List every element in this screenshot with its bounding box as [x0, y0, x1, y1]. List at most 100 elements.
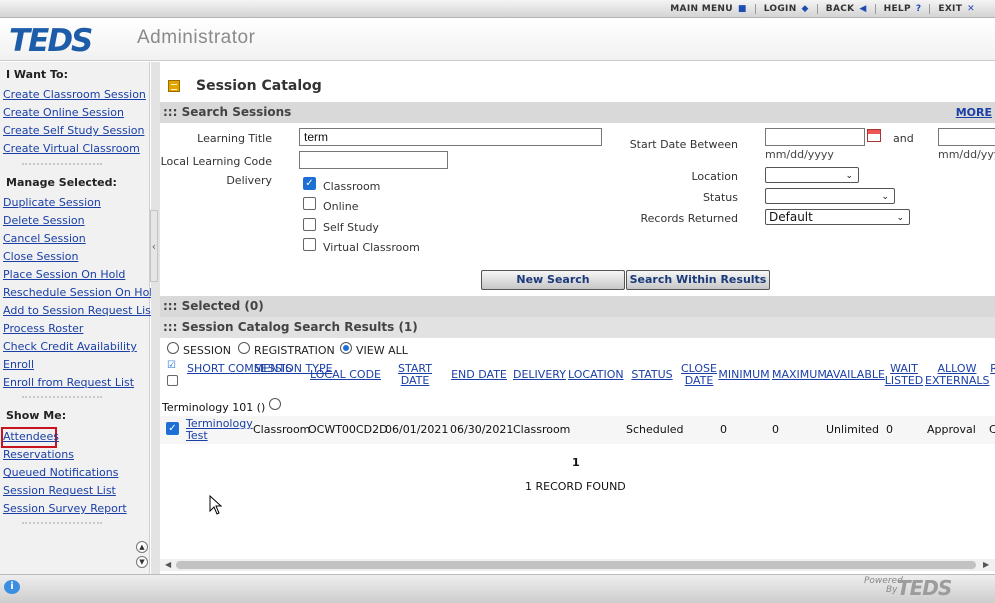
delivery-online-checkbox[interactable] — [303, 197, 316, 210]
delivery-self-study-checkbox[interactable] — [303, 218, 316, 231]
sidebar-link-add-to-session-request-list[interactable]: Add to Session Request List — [3, 304, 155, 317]
sidebar-link-reschedule-session-on-hold[interactable]: Reschedule Session On Hold — [3, 286, 159, 299]
help-link[interactable]: HELP ? — [876, 4, 930, 14]
status-label: Status — [702, 191, 738, 204]
delivery-virtual-classroom-checkbox[interactable] — [303, 238, 316, 251]
column-header-delivery[interactable]: DELIVERY — [513, 369, 566, 381]
view-session-radio[interactable] — [167, 342, 179, 354]
row-select-checkbox[interactable]: ✓ — [166, 422, 179, 435]
column-header-minimum[interactable]: MINIMUM — [718, 369, 770, 381]
location-label: Location — [691, 170, 738, 183]
column-header-short-comments[interactable]: SHORT COMMENTS — [187, 363, 292, 375]
sidebar-link-delete-session[interactable]: Delete Session — [3, 214, 85, 227]
delivery-classroom-checkbox[interactable]: ✓ — [303, 177, 316, 190]
horizontal-scrollbar[interactable]: ◀ ▶ — [160, 559, 995, 571]
exit-link[interactable]: EXIT ✕ — [930, 4, 983, 14]
help-bubble-icon[interactable]: i — [4, 580, 20, 594]
login-link[interactable]: LOGIN ◆ — [756, 4, 817, 14]
more-link[interactable]: MORE — [956, 102, 992, 123]
scroll-right-icon[interactable]: ▶ — [983, 559, 989, 571]
column-header-available[interactable]: AVAILABLE — [826, 369, 885, 381]
sidebar-link-create-classroom-session[interactable]: Create Classroom Session — [3, 88, 146, 101]
close-icon: ✕ — [967, 3, 975, 14]
cell-start-date: 06/01/2021 — [385, 423, 449, 436]
start-date-label: Start Date Between — [629, 138, 738, 151]
cell-available: Unlimited — [826, 423, 879, 436]
column-header-status[interactable]: STATUS — [631, 369, 673, 381]
page-title: Session Catalog — [196, 78, 322, 94]
sidebar-link-attendees[interactable]: Attendees — [3, 430, 59, 443]
collapse-sidebar-icon[interactable]: ‹ — [150, 210, 158, 282]
start-date-to-input[interactable] — [938, 128, 995, 146]
search-within-results-button[interactable]: Search Within Results — [626, 270, 770, 290]
sidebar-link-check-credit-availability[interactable]: Check Credit Availability — [3, 340, 137, 353]
cell-allow-externals: Approval — [927, 423, 976, 436]
sidebar-link-session-request-list[interactable]: Session Request List — [3, 484, 116, 497]
column-header-r[interactable]: R — [989, 363, 995, 375]
new-search-button[interactable]: New Search — [481, 270, 625, 290]
diamond-icon: ◆ — [801, 3, 809, 14]
main-menu-link[interactable]: MAIN MENU ■ — [662, 4, 754, 14]
calendar-icon[interactable] — [867, 129, 881, 142]
checkmark-icon: ☑ — [167, 360, 176, 371]
sidebar-heading-show-me: Show Me: — [6, 409, 67, 422]
scroll-left-icon[interactable]: ◀ — [165, 559, 171, 571]
local-code-input[interactable] — [299, 151, 448, 169]
sidebar-link-close-session[interactable]: Close Session — [3, 250, 78, 263]
sidebar-link-cancel-session[interactable]: Cancel Session — [3, 232, 86, 245]
scrollbar-thumb[interactable] — [176, 561, 976, 569]
column-header-end-date[interactable]: END DATE — [451, 369, 507, 381]
session-title-link-line2[interactable]: Test — [186, 429, 208, 442]
sidebar-gutter — [151, 62, 160, 574]
learning-title-label: Learning Title — [197, 132, 272, 145]
sidebar-link-queued-notifications[interactable]: Queued Notifications — [3, 466, 118, 479]
cell-delivery: Classroom — [513, 423, 571, 436]
start-date-to-hint: mm/dd/yyyy — [938, 148, 995, 161]
records-found: 1 RECORD FOUND — [525, 480, 626, 493]
sidebar-link-enroll[interactable]: Enroll — [3, 358, 34, 371]
catalog-icon — [168, 80, 180, 92]
column-header-start-date[interactable]: START DATE — [395, 363, 435, 387]
delivery-online-label: Online — [323, 200, 359, 213]
sidebar-link-reservations[interactable]: Reservations — [3, 448, 74, 461]
sidebar-link-create-self-study-session[interactable]: Create Self Study Session — [3, 124, 144, 137]
view-registration-radio[interactable] — [238, 342, 250, 354]
sidebar-link-create-virtual-classroom[interactable]: Create Virtual Classroom — [3, 142, 140, 155]
column-header-local-code[interactable]: LOCAL CODE — [310, 369, 381, 381]
learning-title-input[interactable]: term — [299, 128, 602, 146]
top-navigation: MAIN MENU ■ LOGIN ◆ BACK ◀ HELP ? EXIT ✕ — [0, 0, 995, 18]
scroll-up-icon[interactable]: ▲ — [136, 541, 148, 553]
column-header-allow-externals[interactable]: ALLOW EXTERNALS — [925, 363, 989, 387]
start-date-from-input[interactable] — [765, 128, 865, 146]
column-header-session-type[interactable]: SESSION TYPE — [254, 363, 333, 375]
sidebar-link-place-session-on-hold[interactable]: Place Session On Hold — [3, 268, 125, 281]
column-header-wait-listed[interactable]: WAIT LISTED — [884, 363, 924, 387]
footer-teds-logo: TEDS — [897, 576, 952, 600]
sidebar-link-process-roster[interactable]: Process Roster — [3, 322, 83, 335]
group-radio[interactable] — [269, 398, 281, 410]
sidebar-link-session-survey-report[interactable]: Session Survey Report — [3, 502, 127, 515]
view-session-label: SESSION — [183, 344, 232, 357]
records-returned-select[interactable]: Default ⌄ — [765, 209, 910, 225]
view-all-label: VIEW ALL — [356, 344, 408, 357]
square-icon: ■ — [737, 3, 747, 14]
sidebar-link-create-online-session[interactable]: Create Online Session — [3, 106, 124, 119]
scroll-down-icon[interactable]: ▼ — [136, 556, 148, 568]
column-header-maximum[interactable]: MAXIMUM — [772, 369, 827, 381]
select-all-checkbox[interactable] — [167, 375, 178, 386]
status-select[interactable]: ⌄ — [765, 188, 895, 204]
cell-end-date: 06/30/2021 — [450, 423, 514, 436]
column-header-close-date[interactable]: CLOSE DATE — [680, 363, 718, 387]
sidebar-link-duplicate-session[interactable]: Duplicate Session — [3, 196, 101, 209]
page-number[interactable]: 1 — [572, 456, 580, 469]
teds-logo: TEDS — [9, 23, 93, 59]
location-select[interactable]: ⌄ — [765, 167, 859, 183]
view-all-radio[interactable] — [340, 342, 352, 354]
app-header: TEDS Administrator — [0, 18, 995, 61]
sidebar-link-enroll-from-request-list[interactable]: Enroll from Request List — [3, 376, 134, 389]
back-link[interactable]: BACK ◀ — [818, 4, 875, 14]
column-header-location[interactable]: LOCATION — [568, 369, 624, 381]
chevron-down-icon: ⌄ — [845, 171, 853, 181]
local-code-label: Local Learning Code — [160, 155, 272, 168]
view-registration-label: REGISTRATION — [254, 344, 335, 357]
